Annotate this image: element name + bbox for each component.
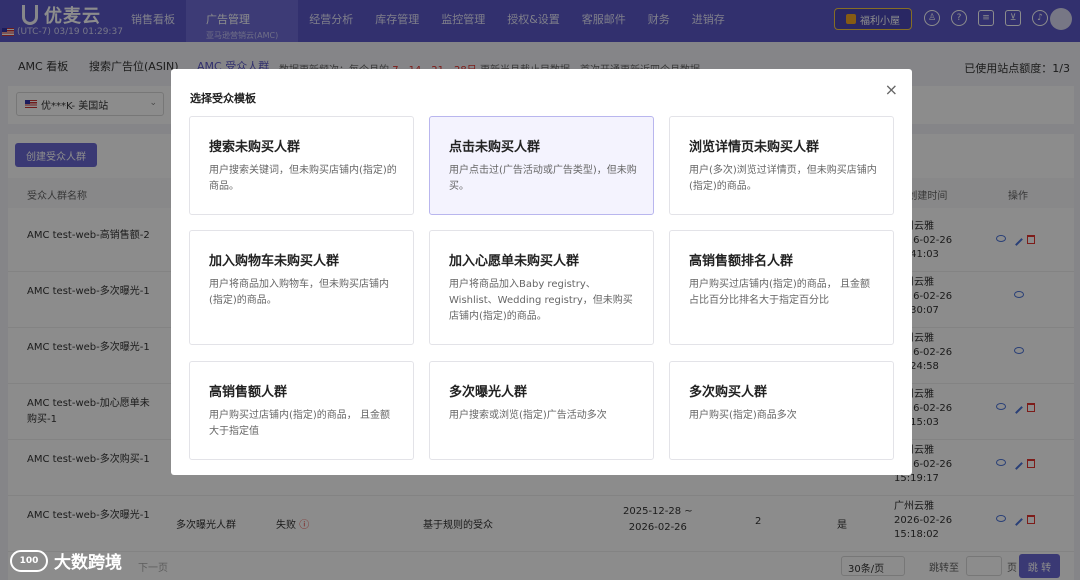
watermark-logo-icon: 100 xyxy=(10,549,48,572)
template-card-click-no-purchase[interactable]: 点击未购买人群 用户点击过(广告活动或广告类型)，但未购买。 xyxy=(429,116,654,215)
template-card-detail-view-no-purchase[interactable]: 浏览详情页未购买人群 用户(多次)浏览过详情页，但未购买店铺内(指定)的商品。 xyxy=(669,116,894,215)
template-card-multi-exposure[interactable]: 多次曝光人群 用户搜索或浏览(指定)广告活动多次 xyxy=(429,361,654,460)
template-card-cart-no-purchase[interactable]: 加入购物车未购买人群 用户将商品加入购物车，但未购买店铺内(指定)的商品。 xyxy=(189,230,414,345)
modal-title: 选择受众模板 xyxy=(190,92,256,105)
template-card-search-no-purchase[interactable]: 搜索未购买人群 用户搜索关键词，但未购买店铺内(指定)的商品。 xyxy=(189,116,414,215)
close-icon[interactable]: × xyxy=(885,80,898,99)
template-card-high-sales[interactable]: 高销售额人群 用户购买过店铺内(指定)的商品， 且金额大于指定值 xyxy=(189,361,414,460)
template-modal: 选择受众模板 × 搜索未购买人群 用户搜索关键词，但未购买店铺内(指定)的商品。… xyxy=(171,69,912,475)
watermark: 100 大数跨境 xyxy=(10,548,122,573)
template-card-high-sales-rank[interactable]: 高销售额排名人群 用户购买过店铺内(指定)的商品， 且金额占比百分比排名大于指定… xyxy=(669,230,894,345)
template-card-wishlist-no-purchase[interactable]: 加入心愿单未购买人群 用户将商品加入Baby registry、Wishlist… xyxy=(429,230,654,345)
template-card-multi-purchase[interactable]: 多次购买人群 用户购买(指定)商品多次 xyxy=(669,361,894,460)
